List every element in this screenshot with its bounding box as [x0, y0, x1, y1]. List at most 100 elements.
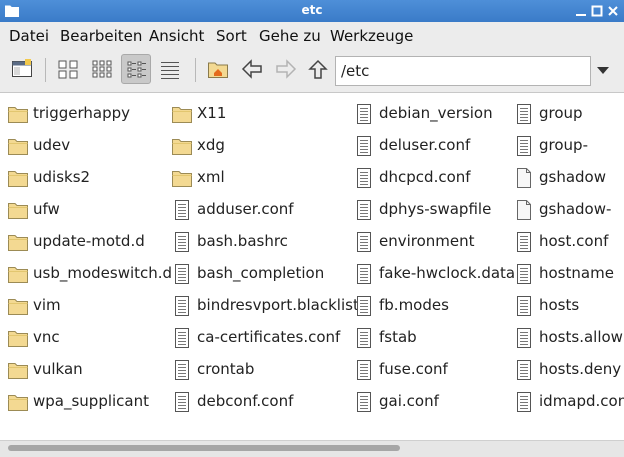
file-item[interactable]: hosts.deny	[513, 356, 624, 386]
file-name: bindresvport.blacklist	[197, 296, 359, 314]
folder-item[interactable]: X11	[171, 100, 351, 130]
file-item[interactable]: debconf.conf	[171, 388, 351, 418]
file-name: vnc	[33, 328, 60, 346]
folder-icon	[7, 199, 29, 225]
file-item[interactable]: group	[513, 100, 624, 130]
file-item[interactable]: fstab	[353, 324, 511, 354]
new-tab-button[interactable]	[7, 54, 37, 84]
file-name: group-	[539, 136, 588, 154]
maximize-icon[interactable]	[591, 5, 603, 17]
folder-item[interactable]: usb_modeswitch.d	[7, 260, 172, 290]
folder-item[interactable]: update-motd.d	[7, 228, 171, 258]
text-file-icon	[171, 359, 193, 385]
folder-item[interactable]: udisks2	[7, 164, 171, 194]
menu-werkzeuge[interactable]: Werkzeuge	[330, 27, 413, 45]
text-file-icon	[171, 231, 193, 257]
file-name: hosts.deny	[539, 360, 622, 378]
minimize-icon[interactable]	[575, 5, 587, 17]
file-name: update-motd.d	[33, 232, 145, 250]
text-file-icon	[513, 391, 535, 417]
text-file-icon	[513, 263, 535, 289]
file-item[interactable]: hostname	[513, 260, 624, 290]
thumbnail-view-button[interactable]	[87, 54, 117, 84]
folder-item[interactable]: triggerhappy	[7, 100, 171, 130]
menu-bearbeiten[interactable]: Bearbeiten	[60, 27, 142, 45]
file-name: X11	[197, 104, 227, 122]
window-title: etc	[301, 3, 323, 17]
file-item[interactable]: idmapd.conf	[513, 388, 624, 418]
back-button[interactable]	[237, 54, 267, 84]
text-file-icon	[353, 231, 375, 257]
menu-ansicht[interactable]: Ansicht	[149, 27, 204, 45]
text-file-icon	[171, 295, 193, 321]
menu-sort[interactable]: Sort	[216, 27, 247, 45]
file-item[interactable]: debian_version	[353, 100, 511, 130]
file-name: dphys-swapfile	[379, 200, 492, 218]
file-item[interactable]: host.conf	[513, 228, 624, 258]
file-item[interactable]: gshadow	[513, 164, 624, 194]
file-item[interactable]: ca-certificates.conf	[171, 324, 351, 354]
folder-item[interactable]: xdg	[171, 132, 351, 162]
text-file-icon	[513, 327, 535, 353]
file-item[interactable]: crontab	[171, 356, 351, 386]
chevron-down-icon[interactable]	[597, 67, 609, 74]
menu-datei[interactable]: Datei	[9, 27, 49, 45]
folder-icon	[7, 231, 29, 257]
text-file-icon	[353, 199, 375, 225]
file-name: ufw	[33, 200, 60, 218]
file-item[interactable]: bash_completion	[171, 260, 351, 290]
folder-icon	[7, 391, 29, 417]
file-item[interactable]: deluser.conf	[353, 132, 511, 162]
file-name: idmapd.conf	[539, 392, 624, 410]
path-input[interactable]	[335, 56, 591, 86]
file-icon	[513, 199, 535, 225]
folder-item[interactable]: udev	[7, 132, 171, 162]
menu-gehe-zu[interactable]: Gehe zu	[259, 27, 321, 45]
folder-item[interactable]: xml	[171, 164, 351, 194]
folder-item[interactable]: wpa_supplicant	[7, 388, 171, 418]
folder-item[interactable]: vnc	[7, 324, 171, 354]
file-name: gshadow-	[539, 200, 612, 218]
detailed-list-button[interactable]	[155, 54, 185, 84]
file-item[interactable]: gshadow-	[513, 196, 624, 226]
thumbnail-view-icon	[92, 60, 112, 78]
file-view[interactable]: triggerhappy udev udisks2 ufw update-motd.d u…	[0, 92, 624, 441]
file-item[interactable]: bash.bashrc	[171, 228, 351, 258]
horizontal-scrollbar[interactable]	[0, 440, 624, 457]
detailed-list-icon	[161, 62, 179, 79]
file-name: fstab	[379, 328, 417, 346]
file-name: fb.modes	[379, 296, 449, 314]
text-file-icon	[353, 327, 375, 353]
file-item[interactable]: group-	[513, 132, 624, 162]
title-bar[interactable]: etc	[0, 0, 624, 22]
home-button[interactable]	[203, 54, 233, 84]
close-icon[interactable]	[607, 5, 619, 17]
file-name: fuse.conf	[379, 360, 448, 378]
menu-bar: Datei Bearbeiten Ansicht Sort Gehe zu We…	[0, 22, 624, 48]
toolbar-separator	[45, 58, 46, 82]
icon-view-button[interactable]	[53, 54, 83, 84]
file-item[interactable]: fb.modes	[353, 292, 511, 322]
file-item[interactable]: dhcpcd.conf	[353, 164, 511, 194]
text-file-icon	[171, 199, 193, 225]
folder-item[interactable]: vim	[7, 292, 171, 322]
up-button[interactable]	[303, 54, 333, 84]
file-item[interactable]: bindresvport.blacklist	[171, 292, 359, 322]
file-item[interactable]: adduser.conf	[171, 196, 351, 226]
file-item[interactable]: hosts	[513, 292, 624, 322]
scrollbar-thumb[interactable]	[8, 445, 400, 451]
file-item[interactable]: environment	[353, 228, 511, 258]
text-file-icon	[171, 327, 193, 353]
file-item[interactable]: hosts.allow	[513, 324, 624, 354]
folder-icon	[7, 263, 29, 289]
file-name: fake-hwclock.data	[379, 264, 516, 282]
file-item[interactable]: fuse.conf	[353, 356, 511, 386]
file-item[interactable]: gai.conf	[353, 388, 511, 418]
folder-item[interactable]: ufw	[7, 196, 171, 226]
folder-item[interactable]: vulkan	[7, 356, 171, 386]
file-item[interactable]: dphys-swapfile	[353, 196, 511, 226]
forward-button[interactable]	[271, 54, 301, 84]
text-file-icon	[171, 263, 193, 289]
compact-view-button[interactable]	[121, 54, 151, 84]
file-item[interactable]: fake-hwclock.data	[353, 260, 515, 290]
